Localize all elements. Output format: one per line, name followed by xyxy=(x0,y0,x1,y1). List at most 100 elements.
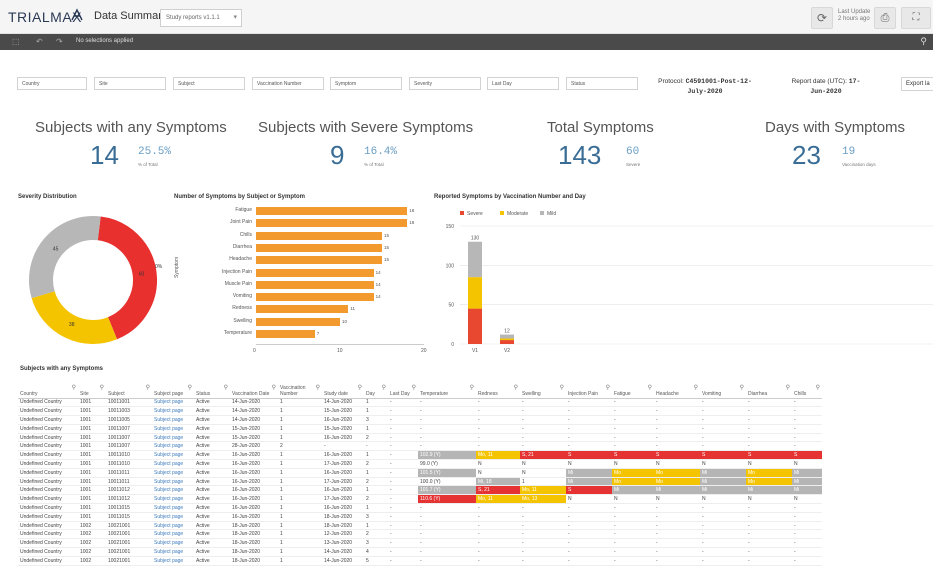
filter-country[interactable]: Country xyxy=(17,77,87,90)
subject-page-link[interactable]: Subject page xyxy=(152,529,194,540)
column-header[interactable]: Redness ⚲ xyxy=(476,378,520,399)
subject-page-link[interactable]: Subject page xyxy=(152,398,194,408)
symptom-bar[interactable] xyxy=(256,207,408,215)
fullscreen-button[interactable]: ⛶ xyxy=(901,7,931,29)
filter-symptom[interactable]: Symptom xyxy=(330,77,402,90)
column-search-icon[interactable]: ⚲ xyxy=(100,384,104,391)
forward-icon[interactable]: ↷ xyxy=(56,37,63,46)
symptom-bar[interactable] xyxy=(256,305,349,314)
refresh-button[interactable]: ⟳ xyxy=(811,7,833,29)
column-header[interactable]: Subject page ⚲ xyxy=(152,378,194,399)
subject-page-link[interactable]: Subject page xyxy=(152,433,194,443)
column-header[interactable]: Vaccination Number ⚲ xyxy=(278,378,322,399)
table-row[interactable]: Undefined Country 1001 10011007 Subject pag… xyxy=(18,441,822,452)
symptom-bar[interactable] xyxy=(256,330,315,338)
column-header[interactable]: Injection Pain ⚲ xyxy=(566,378,612,399)
subject-page-link[interactable]: Subject page xyxy=(152,538,194,549)
symptom-bar[interactable] xyxy=(256,219,408,228)
column-search-icon[interactable]: ⚲ xyxy=(648,384,652,391)
filter-vaccination-number[interactable]: Vaccination Number xyxy=(252,77,324,90)
stacked-bar-segment[interactable] xyxy=(468,308,482,344)
symptom-bar[interactable] xyxy=(256,317,340,326)
back-icon[interactable]: ↶ xyxy=(36,37,43,46)
subject-page-link[interactable]: Subject page xyxy=(152,485,194,496)
subject-page-link[interactable]: Subject page xyxy=(152,450,194,461)
filter-subject[interactable]: Subject xyxy=(173,77,245,90)
print-button[interactable]: ⎙ xyxy=(874,7,896,29)
column-search-icon[interactable]: ⚲ xyxy=(72,384,76,391)
symptom-bar[interactable] xyxy=(256,280,374,289)
column-search-icon[interactable]: ⚲ xyxy=(740,384,744,391)
stacked-bar-segment[interactable] xyxy=(468,277,482,309)
filter-status[interactable]: Status xyxy=(566,77,638,90)
column-header[interactable]: Day ⚲ xyxy=(364,378,388,399)
table-row[interactable]: Undefined Country 1001 10011001 Subject pag… xyxy=(18,398,822,408)
subject-page-link[interactable]: Subject page xyxy=(152,556,194,566)
selection-tool-icon[interactable]: ⬚ xyxy=(12,37,20,46)
column-header[interactable]: Last Day ⚲ xyxy=(388,378,418,399)
filter-site[interactable]: Site xyxy=(94,77,166,90)
symptom-bar[interactable] xyxy=(256,231,382,240)
column-header[interactable]: Vaccination Date ⚲ xyxy=(230,378,278,399)
column-header[interactable]: Swelling ⚲ xyxy=(520,378,566,399)
table-row[interactable]: Undefined Country 1001 10011011 Subject pag… xyxy=(18,468,822,478)
subject-page-link[interactable]: Subject page xyxy=(152,512,194,522)
symptom-bar[interactable] xyxy=(256,293,374,302)
table-row[interactable]: Undefined Country 1002 10021001 Subject pag… xyxy=(18,538,822,549)
subject-page-link[interactable]: Subject page xyxy=(152,547,194,557)
column-header[interactable]: Chills ⚲ xyxy=(792,378,822,399)
column-header[interactable]: Vomiting ⚲ xyxy=(700,378,746,399)
subject-page-link[interactable]: Subject page xyxy=(152,415,194,425)
column-header[interactable]: Fatigue ⚲ xyxy=(612,378,654,399)
column-header[interactable]: Status ⚲ xyxy=(194,378,230,399)
subject-page-link[interactable]: Subject page xyxy=(152,503,194,513)
stacked-bar-segment[interactable] xyxy=(500,338,514,341)
table-row[interactable]: Undefined Country 1001 10011007 Subject pag… xyxy=(18,433,822,443)
table-row[interactable]: Undefined Country 1002 10021001 Subject pag… xyxy=(18,556,822,566)
column-search-icon[interactable]: ⚲ xyxy=(694,384,698,391)
search-icon[interactable]: ⚲ xyxy=(920,36,927,47)
column-header[interactable]: Headache ⚲ xyxy=(654,378,700,399)
column-search-icon[interactable]: ⚲ xyxy=(272,384,276,391)
column-search-icon[interactable]: ⚲ xyxy=(224,384,228,391)
stacked-bar-segment[interactable] xyxy=(468,241,482,278)
export-button[interactable]: Export la xyxy=(901,77,933,91)
column-header[interactable]: Study date ⚲ xyxy=(322,378,364,399)
filter-severity[interactable]: Severity xyxy=(409,77,481,90)
symptom-bar[interactable] xyxy=(256,243,382,252)
column-search-icon[interactable]: ⚲ xyxy=(382,384,386,391)
table-row[interactable]: Undefined Country 1001 10011012 Subject pag… xyxy=(18,494,822,505)
column-search-icon[interactable]: ⚲ xyxy=(606,384,610,391)
symptom-bar[interactable] xyxy=(256,268,374,277)
column-header[interactable]: Subject ⚲ xyxy=(106,378,152,399)
table-row[interactable]: Undefined Country 1001 10011011 Subject pag… xyxy=(18,477,822,487)
column-header[interactable]: Site ⚲ xyxy=(78,378,106,399)
subject-page-link[interactable]: Subject page xyxy=(152,459,194,469)
subject-page-link[interactable]: Subject page xyxy=(152,406,194,417)
column-header[interactable]: Temperature ⚲ xyxy=(418,378,476,399)
column-search-icon[interactable]: ⚲ xyxy=(316,384,320,391)
column-search-icon[interactable]: ⚲ xyxy=(188,384,192,391)
subject-page-link[interactable]: Subject page xyxy=(152,424,194,434)
table-row[interactable]: Undefined Country 1001 10011005 Subject pag… xyxy=(18,415,822,425)
sheet-selector[interactable]: Study reports v1.1.1 ▾ xyxy=(160,9,242,27)
subject-page-link[interactable]: Subject page xyxy=(152,441,194,452)
subject-page-link[interactable]: Subject page xyxy=(152,477,194,487)
column-header[interactable]: Diarrhea ⚲ xyxy=(746,378,792,399)
table-row[interactable]: Undefined Country 1002 10021001 Subject pag… xyxy=(18,529,822,540)
symptom-bar[interactable] xyxy=(256,256,382,265)
table-row[interactable]: Undefined Country 1001 10011010 Subject pag… xyxy=(18,450,822,461)
subject-page-link[interactable]: Subject page xyxy=(152,521,194,531)
column-search-icon[interactable]: ⚲ xyxy=(146,384,150,391)
column-search-icon[interactable]: ⚲ xyxy=(470,384,474,391)
stacked-bar-segment[interactable] xyxy=(500,334,514,339)
donut-slice-severe[interactable] xyxy=(97,216,157,340)
column-search-icon[interactable]: ⚲ xyxy=(514,384,518,391)
column-search-icon[interactable]: ⚲ xyxy=(560,384,564,391)
column-header[interactable]: Country ⚲ xyxy=(18,378,78,399)
table-row[interactable]: Undefined Country 1002 10021001 Subject pag… xyxy=(18,547,822,557)
table-row[interactable]: Undefined Country 1001 10011003 Subject pag… xyxy=(18,406,822,417)
table-row[interactable]: Undefined Country 1001 10011012 Subject pag… xyxy=(18,485,822,496)
column-search-icon[interactable]: ⚲ xyxy=(358,384,362,391)
column-search-icon[interactable]: ⚲ xyxy=(786,384,790,391)
